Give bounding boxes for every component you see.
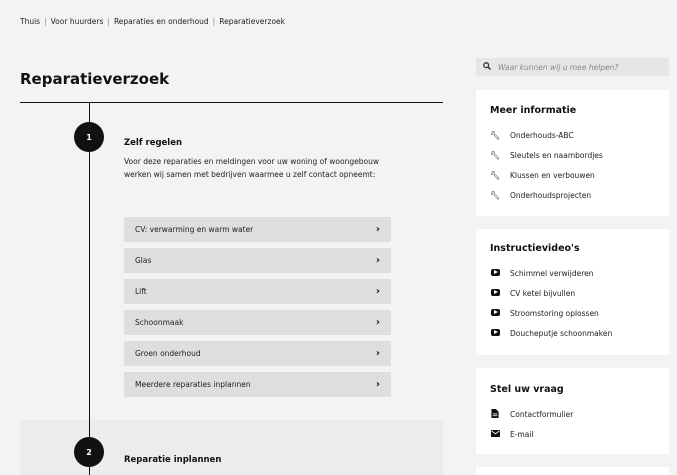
ask-question-card: Stel uw vraag Contactformulier E-mail [476, 368, 669, 454]
videos-title: Instructievideo's [490, 243, 580, 254]
link-label: CV ketel bijvullen [510, 288, 576, 298]
option-label: Meerdere reparaties inplannen [135, 380, 251, 389]
video-play-icon [490, 288, 500, 298]
option-glas[interactable]: Glas › [124, 248, 391, 273]
option-label: Groen onderhoud [135, 349, 201, 358]
wrench-icon: 🔧︎ [490, 170, 501, 180]
option-label: Glas [135, 256, 152, 265]
option-meerdere-reparaties[interactable]: Meerdere reparaties inplannen › [124, 372, 391, 397]
step-2-number: 2 [74, 437, 104, 467]
chevron-right-icon: › [375, 317, 380, 328]
chevron-right-icon: › [375, 224, 380, 235]
breadcrumb-separator: | [107, 17, 110, 26]
breadcrumb-separator: | [44, 17, 47, 26]
step-1-description: Voor deze reparaties en meldingen voor u… [124, 157, 379, 179]
breadcrumb-repairs[interactable]: Reparaties en onderhoud [114, 17, 209, 26]
more-info-link[interactable]: 🔧︎ Klussen en verbouwen [490, 165, 655, 185]
chevron-right-icon: › [375, 286, 380, 297]
breadcrumb-for-tenants[interactable]: Voor huurders [51, 17, 104, 26]
wrench-icon: 🔧︎ [490, 150, 501, 160]
video-play-icon [490, 328, 500, 338]
document-icon [490, 408, 500, 420]
chevron-right-icon: › [375, 348, 380, 359]
video-play-icon [490, 268, 500, 278]
link-label: Onderhouds-ABC [510, 130, 574, 140]
link-label: Contactformulier [510, 409, 574, 419]
step-1-number: 1 [74, 122, 104, 152]
video-link[interactable]: Doucheputje schoonmaken [490, 323, 655, 343]
link-label: Sleutels en naambordjes [510, 150, 603, 160]
option-groen-onderhoud[interactable]: Groen onderhoud › [124, 341, 391, 366]
video-link[interactable]: Schimmel verwijderen [490, 263, 655, 283]
option-lift[interactable]: Lift › [124, 279, 391, 304]
breadcrumb: Thuis | Voor huurders | Reparaties en onderh… [20, 17, 285, 26]
more-info-link[interactable]: 🔧︎ Onderhouds-ABC [490, 125, 655, 145]
more-info-card: Meer informatie 🔧︎ Onderhouds-ABC 🔧︎ Sleut… [476, 90, 669, 216]
video-link[interactable]: Stroomstoring oplossen [490, 303, 655, 323]
email-link[interactable]: E-mail [490, 424, 655, 444]
option-schoonmaak[interactable]: Schoonmaak › [124, 310, 391, 335]
chevron-right-icon: › [375, 255, 380, 266]
option-label: Lift [135, 287, 147, 296]
timeline-line [89, 103, 90, 475]
more-info-link[interactable]: 🔧︎ Onderhoudsprojecten [490, 185, 655, 205]
link-label: E-mail [510, 429, 534, 439]
breadcrumb-separator: | [212, 17, 216, 26]
ask-question-title: Stel uw vraag [490, 384, 564, 395]
page-title: Reparatieverzoek [20, 70, 170, 88]
video-link[interactable]: CV ketel bijvullen [490, 283, 655, 303]
envelope-icon [490, 429, 500, 439]
more-info-link[interactable]: 🔧︎ Sleutels en naambordjes [490, 145, 655, 165]
option-label: Schoonmaak [135, 318, 184, 327]
search-icon[interactable] [483, 62, 491, 72]
wrench-icon: 🔧︎ [490, 190, 501, 200]
more-info-title: Meer informatie [490, 105, 577, 116]
wrench-icon: 🔧︎ [490, 130, 501, 140]
search-box [476, 58, 669, 76]
step-2-title: Reparatie inplannen [124, 455, 222, 465]
chevron-right-icon: › [375, 379, 380, 390]
next-card [476, 467, 669, 475]
link-label: Onderhoudsprojecten [510, 190, 592, 200]
breadcrumb-home[interactable]: Thuis [20, 17, 40, 26]
step-1-title: Zelf regelen [124, 138, 183, 148]
option-label: CV: verwarming en warm water [135, 225, 254, 234]
breadcrumb-current: Reparatieverzoek [219, 17, 285, 26]
link-label: Stroomstoring oplossen [510, 308, 599, 318]
contact-form-link[interactable]: Contactformulier [490, 404, 655, 424]
link-label: Klussen en verbouwen [510, 170, 595, 180]
search-input[interactable] [498, 62, 658, 72]
option-cv[interactable]: CV: verwarming en warm water › [124, 217, 391, 242]
videos-card: Instructievideo's Schimmel verwijderen C… [476, 229, 669, 355]
video-play-icon [490, 308, 500, 318]
link-label: Doucheputje schoonmaken [510, 328, 613, 338]
repair-options-list: CV: verwarming en warm water › Glas › Lift… [124, 217, 391, 403]
link-label: Schimmel verwijderen [510, 268, 594, 278]
